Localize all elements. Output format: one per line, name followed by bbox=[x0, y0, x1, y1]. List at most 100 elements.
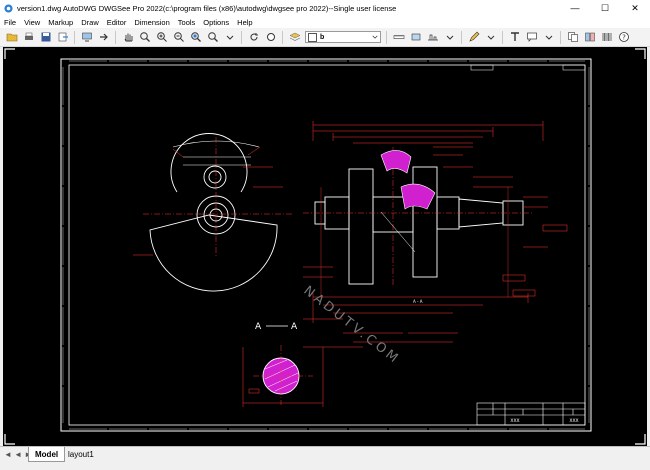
barcode-button[interactable] bbox=[600, 30, 614, 44]
help-button[interactable]: ? bbox=[617, 30, 631, 44]
menu-editor[interactable]: Editor bbox=[103, 18, 131, 27]
copy-icon bbox=[567, 32, 578, 42]
measure-area-button[interactable] bbox=[409, 30, 423, 44]
toolbar-divider bbox=[386, 30, 387, 44]
compare-button[interactable] bbox=[583, 30, 597, 44]
toolbar-divider bbox=[241, 30, 242, 44]
copy-button[interactable] bbox=[566, 30, 580, 44]
printer-icon bbox=[24, 32, 33, 40]
circle-icon bbox=[266, 33, 275, 41]
toolbar: b ? bbox=[0, 28, 650, 47]
align-dropdown-button[interactable] bbox=[443, 30, 457, 44]
toolbar-divider bbox=[502, 30, 503, 44]
menu-draw[interactable]: Draw bbox=[77, 18, 103, 27]
chevron-down-icon bbox=[545, 35, 552, 40]
drawing-svg: A - A A A XXX XXX NADUTV.COM bbox=[4, 48, 646, 445]
zoom-window-button[interactable] bbox=[189, 30, 203, 44]
rotate-button[interactable] bbox=[247, 30, 261, 44]
help-icon: ? bbox=[618, 32, 629, 42]
comment-button[interactable] bbox=[525, 30, 539, 44]
menu-tools[interactable]: Tools bbox=[174, 18, 200, 27]
app-icon bbox=[4, 3, 13, 13]
layer-select[interactable]: b bbox=[305, 31, 381, 43]
text-button[interactable] bbox=[508, 30, 522, 44]
floppy-icon bbox=[41, 32, 50, 42]
pen-button[interactable] bbox=[467, 30, 481, 44]
menu-markup[interactable]: Markup bbox=[44, 18, 77, 27]
color-button[interactable] bbox=[264, 30, 278, 44]
menu-file[interactable]: File bbox=[0, 18, 20, 27]
measure-distance-button[interactable] bbox=[392, 30, 406, 44]
menu-help[interactable]: Help bbox=[233, 18, 256, 27]
layers-icon bbox=[288, 32, 301, 41]
dropdown-button[interactable] bbox=[223, 30, 237, 44]
open-folder-button[interactable] bbox=[5, 30, 19, 44]
export-icon bbox=[58, 32, 68, 42]
zoom-extents-button[interactable] bbox=[206, 30, 220, 44]
comment-dropdown-button[interactable] bbox=[542, 30, 556, 44]
chevron-down-icon bbox=[372, 35, 378, 39]
side-view bbox=[303, 147, 533, 297]
drawing-frame bbox=[60, 58, 592, 432]
display-button[interactable] bbox=[80, 30, 94, 44]
rotate-icon bbox=[250, 33, 258, 41]
section-a-a: A A bbox=[242, 322, 324, 407]
area-icon bbox=[411, 33, 420, 41]
zoom-in-icon bbox=[156, 32, 167, 42]
barcode-icon bbox=[602, 33, 611, 41]
layer-color-swatch bbox=[308, 32, 317, 42]
toolbar-divider bbox=[74, 30, 75, 44]
arrow-right-icon bbox=[99, 33, 108, 41]
frame-tags bbox=[470, 64, 586, 71]
crank-hatch bbox=[380, 150, 436, 210]
comment-icon bbox=[526, 32, 537, 42]
front-view bbox=[133, 133, 293, 292]
print-button[interactable] bbox=[22, 30, 36, 44]
zoom-out-button[interactable] bbox=[172, 30, 186, 44]
minimize-button[interactable]: — bbox=[560, 0, 590, 16]
chevron-down-icon bbox=[487, 35, 494, 40]
close-button[interactable]: ✕ bbox=[620, 0, 650, 16]
layout-tabs-bar: ◄ ◄ ► ► Model layout1 bbox=[0, 446, 650, 470]
drawing-canvas[interactable]: A - A A A XXX XXX NADUTV.COM bbox=[3, 47, 647, 446]
align-button[interactable] bbox=[426, 30, 440, 44]
export-button[interactable] bbox=[56, 30, 70, 44]
tab-layout1[interactable]: layout1 bbox=[62, 447, 100, 461]
hand-icon bbox=[124, 33, 132, 42]
zoom-out-icon bbox=[173, 32, 184, 42]
zoom-realtime-button[interactable] bbox=[138, 30, 152, 44]
pen-icon bbox=[468, 31, 479, 42]
menu-options[interactable]: Options bbox=[199, 18, 233, 27]
title-bar: version1.dwg AutoDWG DWGSee Pro 2022(c:\… bbox=[0, 0, 650, 16]
align-icon bbox=[427, 34, 438, 41]
save-button[interactable] bbox=[39, 30, 53, 44]
menu-dimension[interactable]: Dimension bbox=[130, 18, 173, 27]
section-label-right: A bbox=[291, 322, 298, 332]
layer-select-value: b bbox=[320, 33, 325, 41]
tab-model[interactable]: Model bbox=[28, 447, 66, 462]
zoom-extents-icon bbox=[207, 32, 218, 42]
menu-bar: File View Markup Draw Editor Dimension T… bbox=[0, 16, 650, 28]
section-label-left: A bbox=[255, 322, 262, 332]
zoom-in-button[interactable] bbox=[155, 30, 169, 44]
pan-button[interactable] bbox=[121, 30, 135, 44]
next-button[interactable] bbox=[97, 30, 111, 44]
title-block-sub: XXX bbox=[569, 418, 578, 424]
crop-marks bbox=[4, 48, 646, 445]
pen-dropdown-button[interactable] bbox=[484, 30, 498, 44]
zoom-window-icon bbox=[190, 32, 201, 42]
toolbar-divider bbox=[560, 30, 561, 44]
menu-view[interactable]: View bbox=[20, 18, 44, 27]
toolbar-divider bbox=[282, 30, 283, 44]
svg-text:?: ? bbox=[622, 34, 626, 42]
window-title: version1.dwg AutoDWG DWGSee Pro 2022(c:\… bbox=[17, 3, 397, 13]
chevron-down-icon bbox=[226, 35, 233, 40]
toolbar-divider bbox=[461, 30, 462, 44]
layer-manager-button[interactable] bbox=[288, 30, 302, 44]
chevron-down-icon bbox=[446, 35, 453, 40]
zoom-icon bbox=[139, 32, 150, 42]
maximize-button[interactable]: ☐ bbox=[590, 0, 620, 16]
detail-label: A - A bbox=[413, 299, 423, 304]
folder-icon bbox=[6, 33, 17, 42]
monitor-icon bbox=[81, 32, 92, 42]
